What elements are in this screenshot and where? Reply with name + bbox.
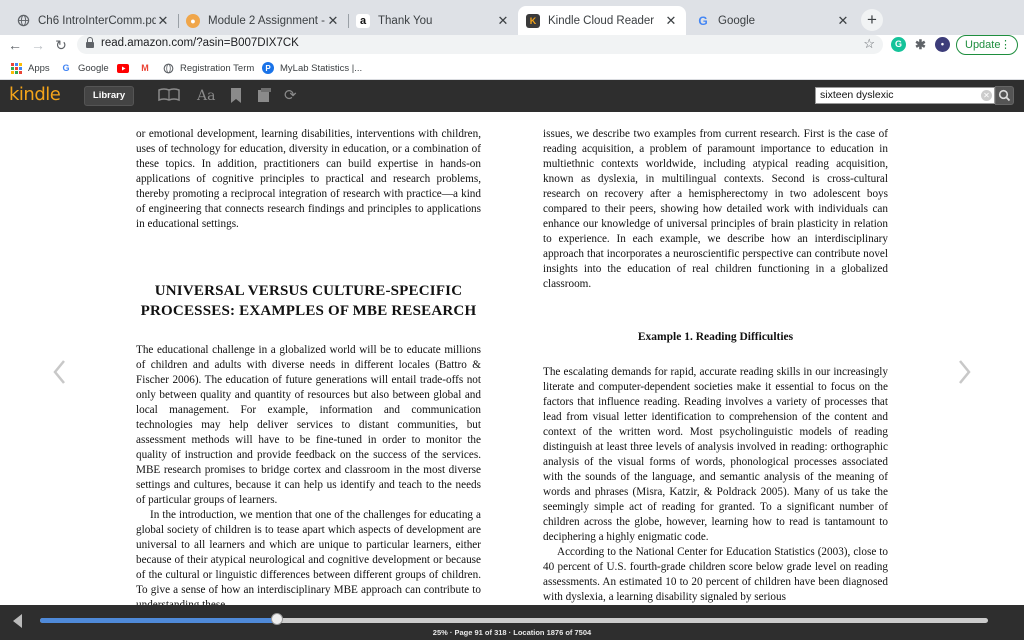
bookmark-apps[interactable]: Apps (10, 61, 50, 75)
close-icon[interactable]: ✕ (326, 13, 340, 29)
kindle-icon: K (526, 13, 540, 28)
canvas-icon: ● (186, 13, 200, 28)
bookmark-label: Apps (28, 62, 50, 74)
amazon-icon: a (356, 13, 370, 28)
browser-toolbar: ← → ↻ read.amazon.com/?asin=B007DIX7CK ☆… (0, 35, 1024, 56)
more-menu-icon: ⋮ (1000, 39, 1011, 51)
bookmark-label: Registration Term (180, 62, 255, 74)
google-icon: G (62, 63, 70, 73)
bookmark-google[interactable]: G Google (60, 61, 109, 75)
tab-label: Module 2 Assignment - Spring (208, 14, 326, 27)
bookmark-registration-term[interactable]: Registration Term (162, 61, 254, 75)
section-heading: UNIVERSAL VERSUS CULTURE-SPECIFIC PROCES… (140, 283, 477, 319)
tab-ch6-pdf[interactable]: Ch6 IntroInterComm.pdf ✕ (8, 6, 178, 35)
paragraph: The escalating demands for rapid, accura… (543, 366, 888, 543)
tab-module-2-assignment[interactable]: ● Module 2 Assignment - Spring ✕ (178, 6, 348, 35)
globe-icon (162, 62, 174, 74)
apps-grid-icon (10, 62, 22, 74)
tab-google[interactable]: G Google ✕ (688, 6, 858, 35)
book-search-input[interactable]: sixteen dyslexic (815, 87, 995, 104)
puzzle-extensions-icon[interactable]: ✱ (913, 37, 928, 52)
browser-tab-strip: Ch6 IntroInterComm.pdf ✕ ● Module 2 Assi… (0, 0, 1024, 35)
progress-track[interactable] (40, 618, 988, 623)
reading-progress-bar: 25% · Page 91 of 318 · Location 1876 of … (0, 605, 1024, 640)
tab-kindle-cloud-reader[interactable]: K Kindle Cloud Reader ✕ (518, 6, 686, 35)
book-view-icon[interactable] (158, 88, 180, 104)
paragraph: The educational challenge in a globalize… (136, 344, 481, 506)
sync-icon[interactable]: ⟳ (284, 88, 297, 104)
search-value: sixteen dyslexic (820, 89, 894, 101)
globe-icon (16, 14, 30, 28)
url-text: read.amazon.com/?asin=B007DIX7CK (101, 37, 299, 49)
close-icon[interactable]: ✕ (496, 13, 510, 29)
gmail-icon: M (141, 63, 149, 73)
next-page-icon[interactable] (954, 357, 974, 387)
tab-label: Kindle Cloud Reader (548, 14, 655, 27)
update-label: Update (965, 39, 1001, 51)
progress-slider-handle[interactable] (271, 613, 283, 625)
reload-icon[interactable]: ↻ (52, 35, 70, 56)
kindle-logo: kindle (9, 84, 61, 105)
paragraph: According to the National Center for Edu… (543, 546, 888, 603)
progress-fill (40, 618, 277, 623)
new-tab-button[interactable]: + (861, 9, 883, 31)
bookmarks-bar: Apps G Google M Registration Term P MyLa… (0, 56, 1024, 80)
search-icon[interactable] (995, 86, 1014, 105)
bookmark-label: MyLab Statistics |... (280, 62, 363, 74)
tab-label: Ch6 IntroInterComm.pdf (38, 14, 156, 27)
forward-arrow-icon[interactable]: → (29, 35, 47, 56)
bookmark-mylab-statistics[interactable]: P MyLab Statistics |... (262, 61, 362, 75)
lock-icon (86, 37, 94, 49)
address-bar[interactable]: read.amazon.com/?asin=B007DIX7CK ☆ (77, 35, 883, 54)
pearson-icon: P (262, 62, 274, 74)
paragraph: or emotional development, learning disab… (136, 128, 481, 230)
avatar[interactable]: • (935, 37, 950, 52)
tab-thank-you[interactable]: a Thank You ✕ (348, 6, 518, 35)
reading-area: or emotional development, learning disab… (0, 112, 1024, 605)
previous-page-icon[interactable] (50, 357, 70, 387)
bookmark-icon[interactable] (231, 88, 241, 104)
right-page-column: issues, we describe two examples from cu… (543, 127, 888, 605)
example-heading: Example 1. Reading Difficulties (637, 331, 794, 343)
update-button[interactable]: Update ⋮ (956, 35, 1018, 55)
library-button[interactable]: Library (84, 86, 134, 106)
go-back-icon[interactable] (13, 614, 22, 628)
tab-label: Google (718, 14, 756, 27)
paragraph: issues, we describe two examples from cu… (543, 128, 888, 290)
google-icon: G (698, 13, 708, 28)
close-icon[interactable]: ✕ (836, 13, 850, 29)
tab-label: Thank You (378, 14, 433, 27)
clear-search-icon[interactable]: ✕ (981, 90, 992, 101)
youtube-icon (117, 62, 129, 74)
kindle-header: kindle Library Aa ⟳ sixteen dyslexic ✕ (0, 80, 1024, 112)
bookmark-gmail[interactable]: M (139, 61, 157, 75)
bookmark-youtube[interactable] (117, 61, 135, 75)
grammarly-icon[interactable]: G (891, 37, 906, 52)
bookmark-label: Google (78, 62, 109, 74)
location-text: 25% · Page 91 of 318 · Location 1876 of … (432, 628, 592, 637)
back-arrow-icon[interactable]: ← (6, 35, 24, 56)
notes-icon[interactable] (257, 88, 272, 104)
close-icon[interactable]: ✕ (156, 13, 170, 29)
paragraph: In the introduction, we mention that one… (136, 509, 481, 605)
bookmark-star-icon[interactable]: ☆ (863, 36, 875, 52)
left-page-column: or emotional development, learning disab… (136, 127, 481, 605)
font-settings-icon[interactable]: Aa (197, 88, 215, 104)
close-icon[interactable]: ✕ (664, 13, 678, 29)
